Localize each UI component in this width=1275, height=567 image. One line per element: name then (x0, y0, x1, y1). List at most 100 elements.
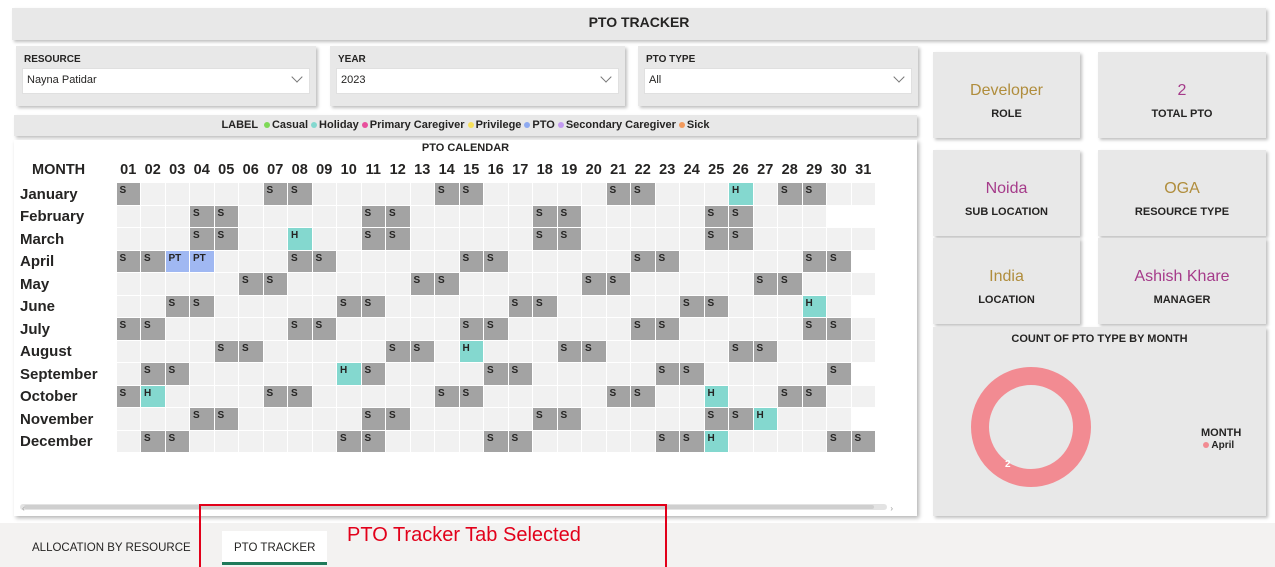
day-cell[interactable] (164, 182, 190, 206)
day-cell[interactable] (630, 272, 656, 296)
day-cell[interactable] (189, 429, 215, 453)
day-cell[interactable] (752, 227, 778, 251)
day-cell[interactable] (679, 182, 705, 206)
day-cell[interactable]: S (801, 249, 827, 273)
day-cell[interactable] (164, 227, 190, 251)
day-cell[interactable] (458, 362, 484, 386)
day-cell[interactable] (605, 407, 631, 431)
day-cell[interactable]: S (654, 317, 680, 341)
day-cell[interactable]: S (385, 204, 411, 228)
day-cell[interactable] (238, 384, 264, 408)
day-cell[interactable] (801, 429, 827, 453)
day-cell[interactable]: H (752, 407, 778, 431)
day-cell[interactable] (434, 362, 460, 386)
day-cell[interactable] (630, 339, 656, 363)
day-cell[interactable] (679, 204, 705, 228)
day-cell[interactable] (507, 249, 533, 273)
day-cell[interactable] (483, 227, 509, 251)
day-cell[interactable] (164, 384, 190, 408)
day-cell[interactable]: S (262, 182, 288, 206)
day-cell[interactable] (507, 204, 533, 228)
day-cell[interactable]: H (336, 362, 362, 386)
day-cell[interactable]: S (728, 407, 754, 431)
day-cell[interactable] (189, 317, 215, 341)
day-cell[interactable] (140, 204, 166, 228)
day-cell[interactable]: S (777, 182, 803, 206)
day-cell[interactable]: S (507, 362, 533, 386)
day-cell[interactable] (777, 429, 803, 453)
day-cell[interactable] (262, 249, 288, 273)
day-cell[interactable]: S (189, 294, 215, 318)
day-cell[interactable] (311, 339, 337, 363)
day-cell[interactable] (409, 317, 435, 341)
day-cell[interactable] (605, 362, 631, 386)
day-cell[interactable]: S (434, 272, 460, 296)
day-cell[interactable] (605, 294, 631, 318)
day-cell[interactable] (630, 407, 656, 431)
day-cell[interactable] (262, 294, 288, 318)
day-cell[interactable] (777, 362, 803, 386)
day-cell[interactable] (360, 317, 386, 341)
day-cell[interactable] (238, 362, 264, 386)
day-cell[interactable] (189, 339, 215, 363)
day-cell[interactable] (238, 294, 264, 318)
day-cell[interactable] (189, 182, 215, 206)
day-cell[interactable] (409, 407, 435, 431)
day-cell[interactable] (728, 429, 754, 453)
day-cell[interactable] (409, 362, 435, 386)
day-cell[interactable] (556, 384, 582, 408)
day-cell[interactable]: H (458, 339, 484, 363)
day-cell[interactable] (581, 204, 607, 228)
day-cell[interactable] (654, 272, 680, 296)
day-cell[interactable]: S (826, 429, 852, 453)
day-cell[interactable] (213, 384, 239, 408)
day-cell[interactable] (581, 407, 607, 431)
day-cell[interactable] (311, 182, 337, 206)
day-cell[interactable]: S (336, 429, 362, 453)
day-cell[interactable]: S (556, 339, 582, 363)
day-cell[interactable] (532, 272, 558, 296)
day-cell[interactable] (605, 339, 631, 363)
day-cell[interactable] (630, 227, 656, 251)
day-cell[interactable] (826, 182, 852, 206)
day-cell[interactable]: S (801, 317, 827, 341)
day-cell[interactable] (189, 272, 215, 296)
day-cell[interactable] (507, 339, 533, 363)
day-cell[interactable] (630, 362, 656, 386)
day-cell[interactable]: S (164, 294, 190, 318)
day-cell[interactable]: S (483, 249, 509, 273)
day-cell[interactable] (336, 272, 362, 296)
day-cell[interactable] (752, 294, 778, 318)
day-cell[interactable] (385, 384, 411, 408)
day-cell[interactable]: S (556, 204, 582, 228)
resource-dropdown[interactable]: Nayna Patidar (22, 68, 310, 94)
day-cell[interactable]: S (189, 407, 215, 431)
day-cell[interactable] (605, 429, 631, 453)
day-cell[interactable]: PT (164, 249, 190, 273)
day-cell[interactable]: S (752, 339, 778, 363)
day-cell[interactable] (581, 384, 607, 408)
day-cell[interactable] (287, 294, 313, 318)
day-cell[interactable] (777, 227, 803, 251)
day-cell[interactable] (262, 407, 288, 431)
day-cell[interactable]: S (801, 384, 827, 408)
day-cell[interactable] (213, 362, 239, 386)
day-cell[interactable]: S (556, 407, 582, 431)
day-cell[interactable] (654, 294, 680, 318)
day-cell[interactable]: H (801, 294, 827, 318)
day-cell[interactable]: S (605, 272, 631, 296)
day-cell[interactable]: S (140, 249, 166, 273)
day-cell[interactable] (360, 249, 386, 273)
day-cell[interactable] (115, 272, 141, 296)
day-cell[interactable]: S (703, 407, 729, 431)
day-cell[interactable] (483, 182, 509, 206)
day-cell[interactable] (850, 384, 876, 408)
day-cell[interactable] (115, 204, 141, 228)
day-cell[interactable] (850, 182, 876, 206)
day-cell[interactable] (801, 339, 827, 363)
day-cell[interactable] (262, 204, 288, 228)
day-cell[interactable] (752, 384, 778, 408)
day-cell[interactable] (287, 272, 313, 296)
day-cell[interactable] (140, 407, 166, 431)
day-cell[interactable] (360, 272, 386, 296)
